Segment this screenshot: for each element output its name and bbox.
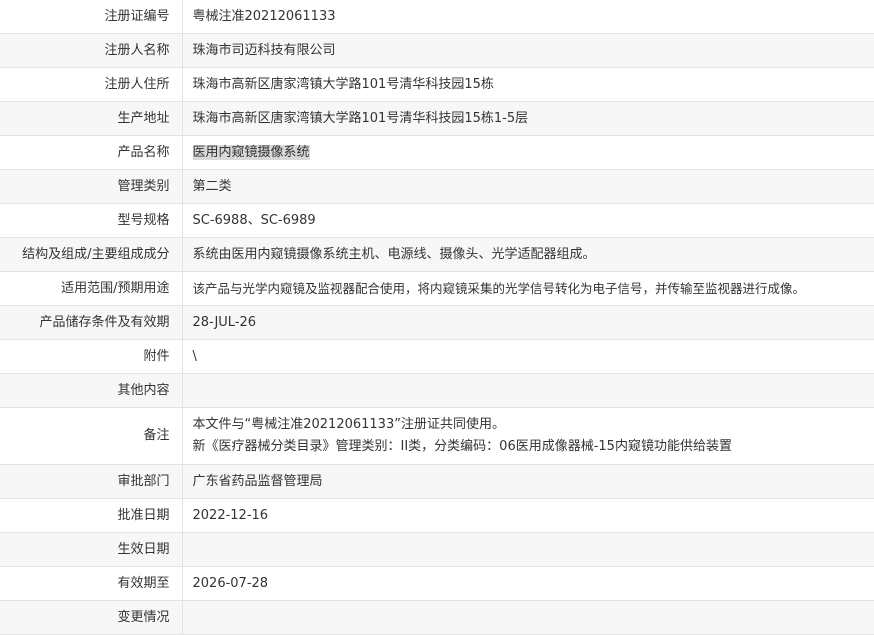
production-address-value: 珠海市高新区唐家湾镇大学路101号清华科技园15栋1-5层 [182, 102, 874, 136]
structure-composition-value: 系统由医用内窥镜摄像系统主机、电源线、摄像头、光学适配器组成。 [182, 238, 874, 272]
table-row: 审批部门 广东省药品监督管理局 [0, 465, 874, 499]
remarks-line-1: 本文件与“粤械注准20212061133”注册证共同使用。 [193, 414, 874, 436]
registrant-name-value: 珠海市司迈科技有限公司 [182, 34, 874, 68]
approval-date-value: 2022-12-16 [182, 499, 874, 533]
field-label: 适用范围/预期用途 [0, 272, 182, 306]
field-label: 管理类别 [0, 170, 182, 204]
field-label: 产品储存条件及有效期 [0, 306, 182, 340]
field-label: 生产地址 [0, 102, 182, 136]
intended-use-value: 该产品与光学内窥镜及监视器配合使用，将内窥镜采集的光学信号转化为电子信号，并传输… [182, 272, 874, 306]
field-label: 结构及组成/主要组成成分 [0, 238, 182, 272]
table-row: 附件 \ [0, 340, 874, 374]
table-row: 结构及组成/主要组成成分 系统由医用内窥镜摄像系统主机、电源线、摄像头、光学适配… [0, 238, 874, 272]
field-label: 附件 [0, 340, 182, 374]
registration-number-value: 粤械注准20212061133 [182, 0, 874, 34]
table-row: 型号规格 SC-6988、SC-6989 [0, 204, 874, 238]
field-label: 生效日期 [0, 533, 182, 567]
selected-text[interactable]: 医用内窥镜摄像系统 [193, 145, 310, 160]
field-label: 备注 [0, 408, 182, 465]
table-row: 注册人名称 珠海市司迈科技有限公司 [0, 34, 874, 68]
field-label: 产品名称 [0, 136, 182, 170]
table-row: 批准日期 2022-12-16 [0, 499, 874, 533]
table-row: 管理类别 第二类 [0, 170, 874, 204]
management-category-value: 第二类 [182, 170, 874, 204]
storage-validity-value: 28-JUL-26 [182, 306, 874, 340]
valid-until-value: 2026-07-28 [182, 567, 874, 601]
registrant-address-value: 珠海市高新区唐家湾镇大学路101号清华科技园15栋 [182, 68, 874, 102]
other-content-value [182, 374, 874, 408]
remarks-line-2: 新《医疗器械分类目录》管理类别：II类，分类编码：06医用成像器械-15内窥镜功… [193, 436, 874, 458]
field-label: 批准日期 [0, 499, 182, 533]
change-status-value [182, 601, 874, 635]
field-label: 注册人住所 [0, 68, 182, 102]
registration-info-table: 注册证编号 粤械注准20212061133 注册人名称 珠海市司迈科技有限公司 … [0, 0, 874, 635]
effective-date-value [182, 533, 874, 567]
table-row: 产品名称 医用内窥镜摄像系统 [0, 136, 874, 170]
table-row: 适用范围/预期用途 该产品与光学内窥镜及监视器配合使用，将内窥镜采集的光学信号转… [0, 272, 874, 306]
field-label: 型号规格 [0, 204, 182, 238]
field-label: 注册证编号 [0, 0, 182, 34]
table-row: 注册人住所 珠海市高新区唐家湾镇大学路101号清华科技园15栋 [0, 68, 874, 102]
table-row: 注册证编号 粤械注准20212061133 [0, 0, 874, 34]
field-label: 变更情况 [0, 601, 182, 635]
table-row: 生产地址 珠海市高新区唐家湾镇大学路101号清华科技园15栋1-5层 [0, 102, 874, 136]
table-row: 备注 本文件与“粤械注准20212061133”注册证共同使用。 新《医疗器械分… [0, 408, 874, 465]
table-row: 有效期至 2026-07-28 [0, 567, 874, 601]
field-label: 注册人名称 [0, 34, 182, 68]
table-row: 产品储存条件及有效期 28-JUL-26 [0, 306, 874, 340]
product-name-value[interactable]: 医用内窥镜摄像系统 [182, 136, 874, 170]
field-label: 有效期至 [0, 567, 182, 601]
table-row: 生效日期 [0, 533, 874, 567]
field-label: 其他内容 [0, 374, 182, 408]
field-label: 审批部门 [0, 465, 182, 499]
table-row: 其他内容 [0, 374, 874, 408]
attachment-value: \ [182, 340, 874, 374]
table-row: 变更情况 [0, 601, 874, 635]
remarks-value: 本文件与“粤械注准20212061133”注册证共同使用。 新《医疗器械分类目录… [182, 408, 874, 465]
model-spec-value: SC-6988、SC-6989 [182, 204, 874, 238]
approval-department-value: 广东省药品监督管理局 [182, 465, 874, 499]
